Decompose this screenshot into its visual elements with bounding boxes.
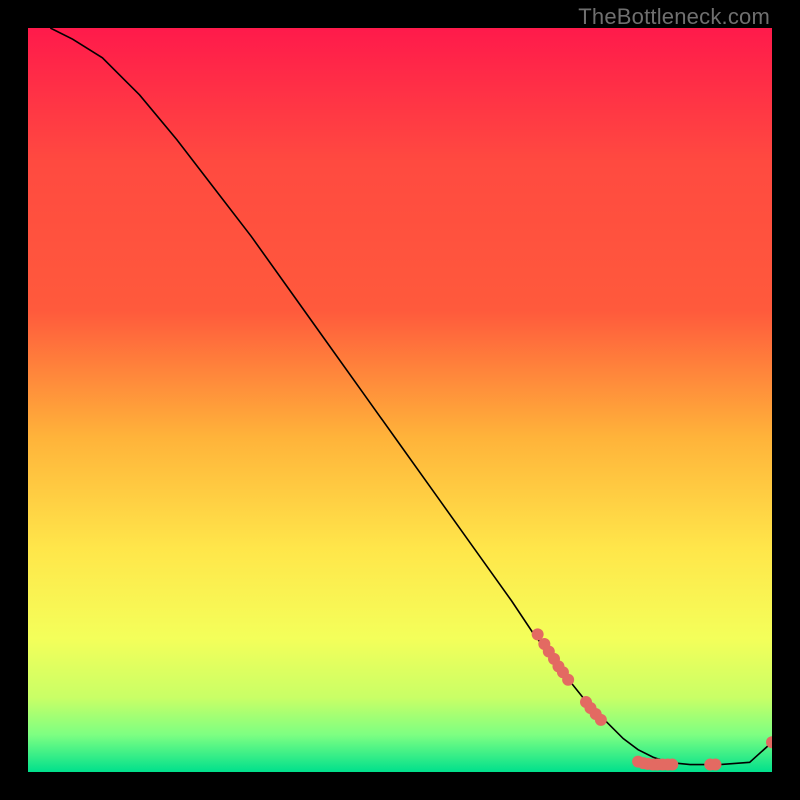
chart-plot bbox=[28, 28, 772, 772]
data-marker bbox=[709, 759, 721, 771]
gradient-bg bbox=[28, 28, 772, 772]
data-marker bbox=[666, 759, 678, 771]
watermark-text: TheBottleneck.com bbox=[578, 4, 770, 30]
data-marker bbox=[562, 674, 574, 686]
chart-svg bbox=[28, 28, 772, 772]
data-marker bbox=[532, 628, 544, 640]
chart-stage: TheBottleneck.com bbox=[0, 0, 800, 800]
data-marker bbox=[595, 714, 607, 726]
